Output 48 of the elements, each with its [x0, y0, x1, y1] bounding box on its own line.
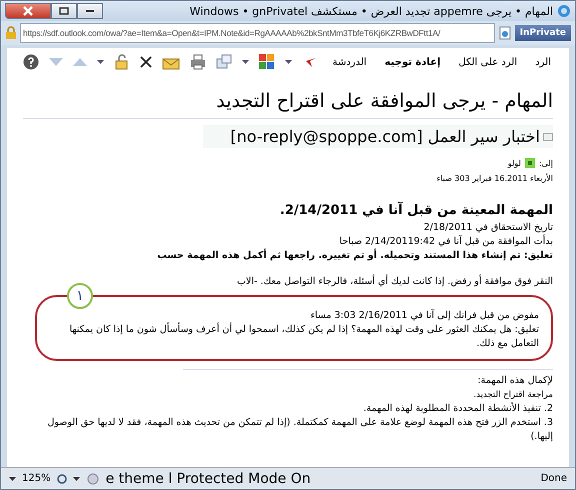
address-field[interactable]: https://sdf.outlook.com/owa/?ae=Item&a=Open&t=IPM.Note&id=RgAAAAAb%2bkSntMm3TbfeT6Kj6KZRBwDFtt1A/	[20, 23, 495, 43]
close-button[interactable]	[5, 3, 51, 19]
page-icon	[498, 26, 512, 40]
inprivate-badge: InPrivate	[514, 25, 571, 41]
instruction-text: النقر فوق موافقة أو رفض. إذا كانت لديك أي أسئلة، فالرجاء التواصل معك. -الاب	[236, 275, 553, 289]
step-text: 3. استخدم الزر فتح هذه المهمة لوضع علامة على المهمة كمكتملة. (إذا لم تتمكن من تحديث هذه المهمة، فقد لا لديها حق الوصول إليها.)	[46, 416, 553, 444]
lock-icon[interactable]	[114, 54, 130, 70]
categories-icon[interactable]	[259, 54, 276, 70]
maximize-icon	[59, 7, 69, 15]
delete-icon[interactable]	[140, 56, 152, 68]
toolbar-button[interactable]: الدردشة	[328, 56, 371, 68]
to-label: إلى:	[538, 158, 553, 168]
protected-mode-text: e theme l Protected Mode On	[106, 470, 311, 486]
dropdown-arrow-icon[interactable]	[242, 60, 250, 64]
approval-started: بدأت الموافقة من قبل آنا في 2/14/20119:42 صباحا	[338, 235, 553, 248]
dropdown-arrow-icon[interactable]	[285, 60, 292, 64]
close-icon	[23, 6, 33, 16]
dropdown-arrow-icon[interactable]	[97, 60, 104, 64]
toolbar-button[interactable]: الرد	[531, 56, 555, 68]
comment-text: تعليق: تم إنشاء هذا المستند وتحميله. أو تم تغييره. راجعها ثم أكمل هذه المهمة حسب	[156, 249, 553, 263]
browser-icon	[557, 4, 571, 18]
dropdown-arrow-icon[interactable]	[9, 476, 16, 480]
status-text: Done	[540, 473, 567, 484]
recipient[interactable]: لولو	[508, 158, 521, 168]
comment-text: تعليق: هل يمكنك العثور على وقت لهذه المهمة؟ إذا لم يكن كذلك، اسمحوا لي أن أعرف وسأسأل شون ما إذا كان يمكنها التعامل مع ذلك.	[68, 323, 539, 351]
delegation-text: مفوض من قبل فرانك إلى آنا في 2/16/2011 3:03 مساء	[309, 309, 539, 323]
window-title: المهام • يرجى appemre تجديد العرض • مستكشف Windows • gnPrivatel	[188, 4, 553, 18]
toolbar-button[interactable]: الرد على الكل	[454, 56, 522, 68]
sent-date: الأربعاء 16.2011 فبراير 303 صباء	[436, 174, 553, 183]
task-heading: المهمة المعينة من قبل آنا في 2/14/2011.	[278, 203, 553, 218]
minimize-button[interactable]	[77, 3, 103, 19]
step-text: مراجعة اقتراح التجديد.	[472, 389, 553, 402]
contact-icon	[524, 158, 535, 168]
due-date: تاريخ الاستحقاق في 2/18/2011	[422, 221, 553, 234]
step-text: 2. تنفيذ الأنشطة المحددة المطلوبة لهذه المهمة.	[362, 402, 553, 416]
sender: اختبار سير العمل [no-reply@spoppe.com]	[230, 127, 540, 146]
move-icon[interactable]	[216, 54, 232, 70]
toolbar-button[interactable]: إعادة توجيه	[380, 56, 445, 68]
callout-number: ١	[67, 283, 93, 309]
steps-heading: لإكمال هذه المهمة:	[476, 374, 553, 388]
message-subject: المهام - يرجى الموافقة على اقتراح التجديد	[215, 89, 553, 114]
dropdown-arrow-icon[interactable]	[72, 476, 80, 480]
lock-icon	[5, 26, 17, 40]
help-icon[interactable]	[23, 54, 40, 70]
print-icon[interactable]	[190, 54, 206, 70]
maximize-button[interactable]	[51, 3, 77, 19]
minimize-icon	[85, 9, 95, 13]
zoom-level[interactable]: 125%	[22, 473, 51, 484]
